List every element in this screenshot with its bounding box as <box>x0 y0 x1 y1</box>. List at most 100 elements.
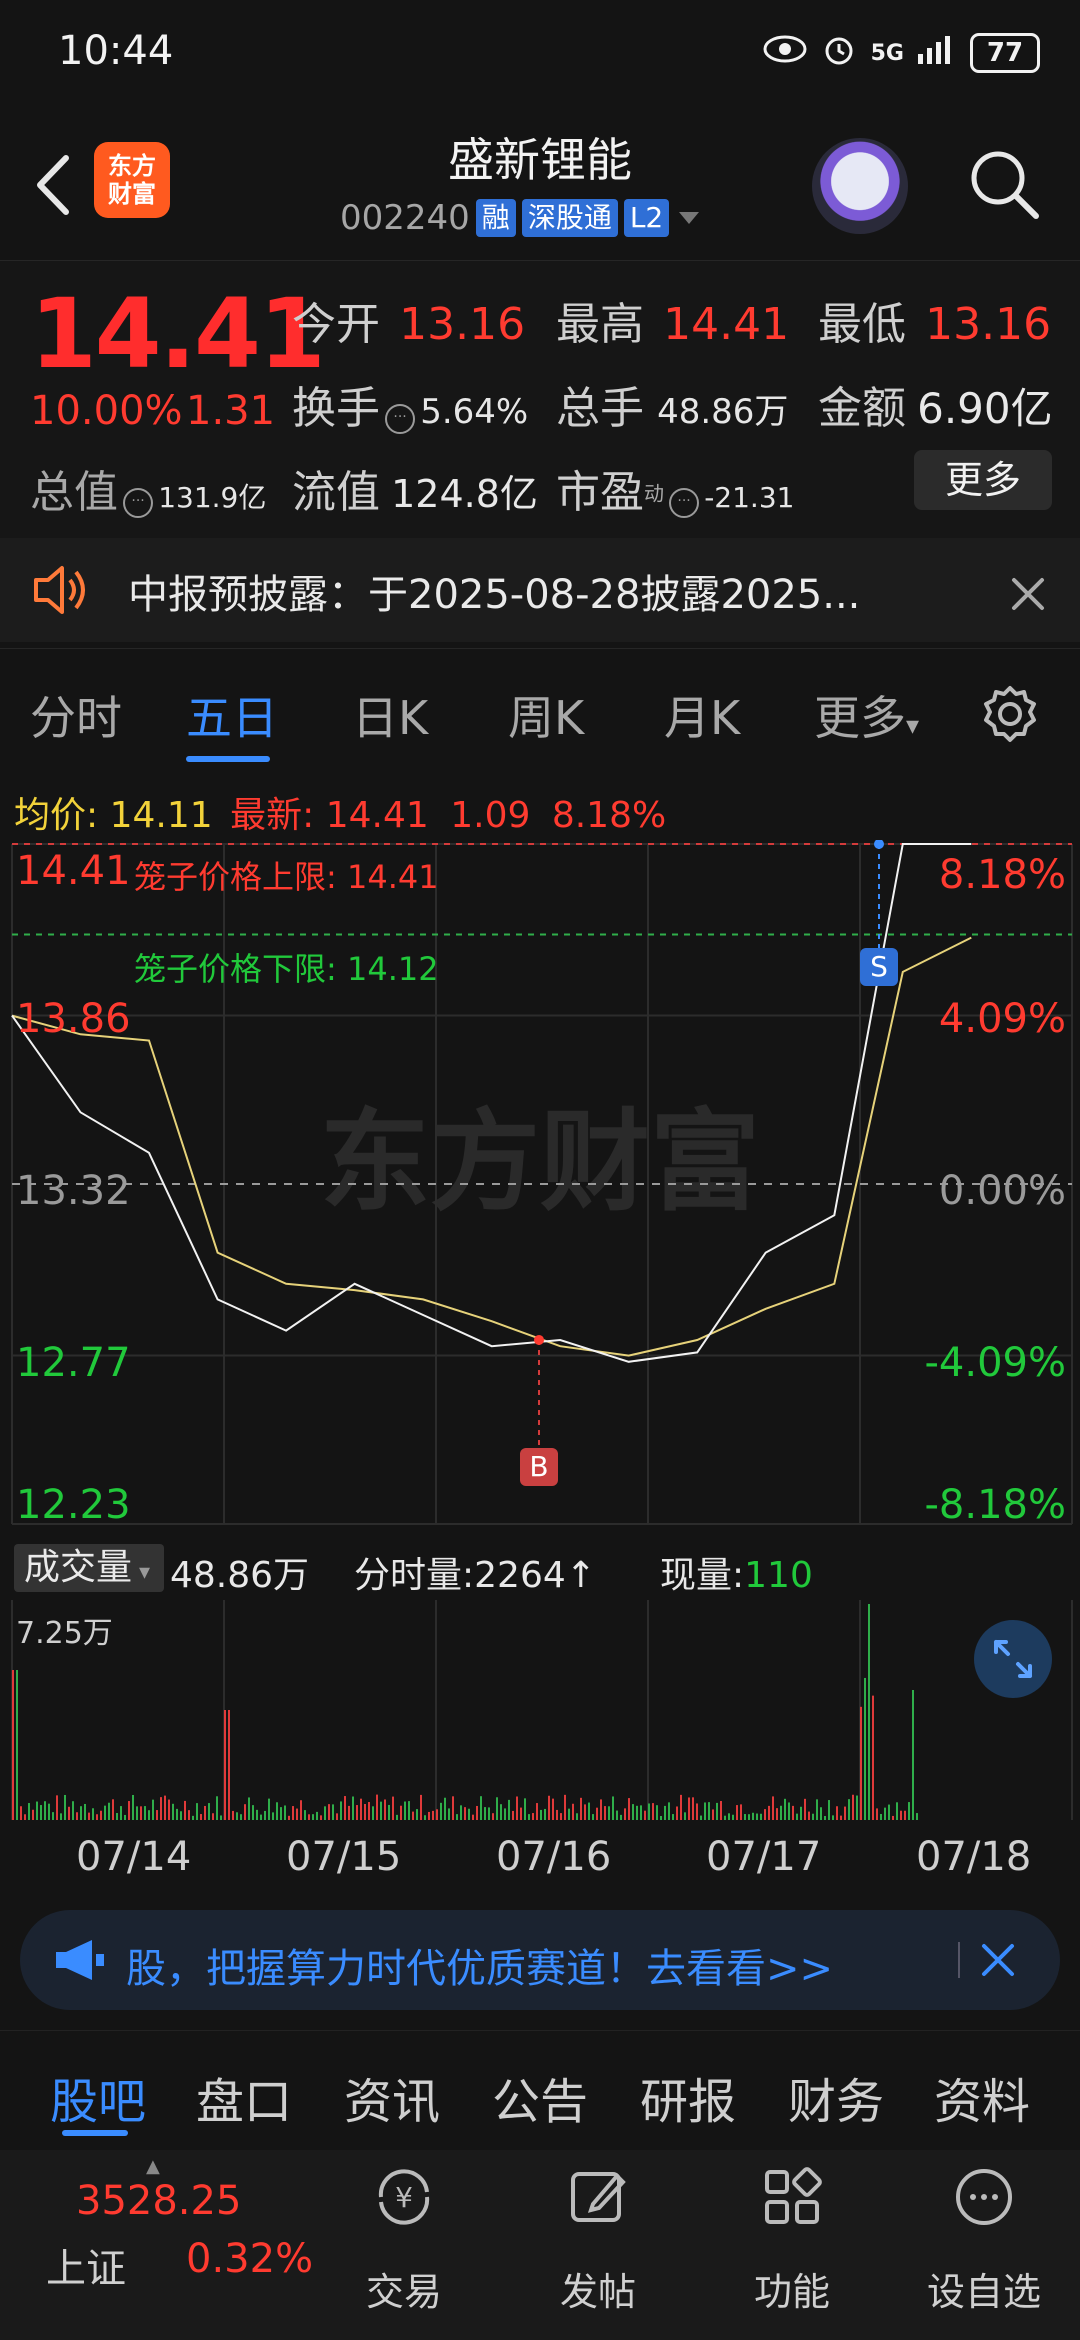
volume-bar <box>488 1807 490 1820</box>
volume-bar <box>516 1796 518 1820</box>
speaker-icon <box>32 564 90 616</box>
tab-orderbook[interactable]: 盘口 <box>196 2062 292 2132</box>
volume-max-label: 7.25万 <box>16 1616 113 1651</box>
info-icon: ··· <box>669 487 700 518</box>
index-change: 0.32% <box>186 2236 314 2282</box>
y-tick-left-3: 12.77 <box>16 1340 131 1386</box>
upper-limit-text: 笼子价格上限: <box>134 858 337 896</box>
tab-announcements[interactable]: 公告 <box>492 2062 588 2132</box>
volume-bar <box>492 1813 494 1820</box>
pe-field[interactable]: 市盈动 ··· -21.31 <box>556 456 794 520</box>
tab-weekly-k[interactable]: 周K <box>508 682 584 748</box>
volume-bar <box>476 1805 478 1820</box>
volume-bar <box>636 1805 638 1820</box>
info-tab-indicator <box>62 2130 128 2136</box>
change-percent: 10.00% <box>30 388 183 434</box>
volume-bar <box>428 1811 430 1820</box>
nav-post[interactable]: 发帖 <box>518 2152 678 2332</box>
volume-bar <box>556 1809 558 1820</box>
turnover-value: 5.64% <box>420 392 529 432</box>
volume-bar <box>836 1806 838 1820</box>
open-value: 13.16 <box>399 299 526 350</box>
volume-bar <box>384 1799 386 1820</box>
tab-forum[interactable]: 股吧 <box>50 2062 146 2132</box>
volume-bar <box>688 1797 690 1820</box>
expand-chart-button[interactable] <box>974 1620 1052 1698</box>
robot-avatar[interactable] <box>812 138 908 234</box>
gear-icon <box>984 686 1036 742</box>
stock-subtitle[interactable]: 002240 融 深股通 L2 <box>340 196 703 240</box>
volume-bar <box>480 1796 482 1820</box>
volume-bar <box>684 1812 686 1820</box>
low-label: 最低 <box>818 299 906 350</box>
high-value: 14.41 <box>663 299 790 350</box>
volume-bar <box>276 1802 278 1820</box>
volume-bar <box>56 1795 58 1820</box>
tab-five-day[interactable]: 五日 <box>186 682 278 748</box>
volume-bar <box>116 1813 118 1820</box>
nav-add-watchlist[interactable]: 设自选 <box>904 2152 1064 2332</box>
volume-bar <box>712 1809 714 1820</box>
tab-more[interactable]: 更多▾ <box>814 682 919 748</box>
more-button[interactable]: 更多 <box>914 450 1052 510</box>
volume-bar <box>128 1801 130 1820</box>
buy-marker[interactable]: B <box>520 1448 558 1486</box>
volume-bar <box>96 1814 98 1820</box>
volume-bar <box>896 1802 898 1820</box>
volume-bar <box>144 1806 146 1820</box>
nav-functions[interactable]: 功能 <box>712 2152 872 2332</box>
volume-chart[interactable] <box>0 1600 1080 1822</box>
volume-bar <box>136 1806 138 1820</box>
volume-bar <box>76 1812 78 1820</box>
volume-bar <box>160 1797 162 1820</box>
sell-marker[interactable]: S <box>860 948 898 986</box>
volume-selector[interactable]: 成交量 ▾ <box>14 1544 164 1592</box>
volume-bar <box>680 1794 682 1820</box>
volume-bar <box>312 1814 314 1820</box>
caret-down-icon <box>679 212 700 224</box>
open-field: 今开 13.16 <box>292 288 525 352</box>
promo-close-button[interactable] <box>976 1938 1020 1982</box>
y-tick-left-2: 13.32 <box>16 1168 131 1214</box>
volume-bar <box>392 1796 394 1820</box>
market-cap-field[interactable]: 总值 ··· 131.9亿 <box>30 456 266 520</box>
nav-trade[interactable]: ¥ 交易 <box>324 2152 484 2332</box>
amount-value: 6.90亿 <box>917 384 1053 433</box>
volume-bar <box>564 1794 566 1820</box>
volume-bar <box>828 1800 830 1820</box>
volume-bar <box>848 1799 850 1820</box>
volume-bar <box>756 1813 758 1820</box>
notice-close-button[interactable] <box>1006 572 1050 616</box>
volume-bar <box>576 1813 578 1820</box>
tab-research[interactable]: 研报 <box>640 2062 736 2132</box>
tab-intraday[interactable]: 分时 <box>30 682 122 748</box>
volume-bar <box>108 1802 110 1820</box>
volume-bar <box>752 1812 754 1820</box>
volume-bar <box>764 1809 766 1820</box>
volume-bar <box>520 1807 522 1820</box>
current-volume-value: 110 <box>744 1555 813 1596</box>
volume-bar <box>284 1805 286 1820</box>
tab-monthly-k[interactable]: 月K <box>664 682 740 748</box>
volume-bar <box>544 1808 546 1820</box>
volume-bar <box>172 1803 174 1820</box>
volume-bar <box>668 1802 670 1820</box>
volume-bar <box>264 1810 266 1820</box>
close-icon <box>1012 578 1044 610</box>
chart-settings-button[interactable] <box>980 684 1040 744</box>
volume-bar <box>592 1814 594 1820</box>
volume-bar <box>720 1801 722 1820</box>
tab-profile[interactable]: 资料 <box>934 2062 1030 2132</box>
tab-news[interactable]: 资讯 <box>344 2062 440 2132</box>
tab-finance[interactable]: 财务 <box>788 2062 884 2132</box>
search-button[interactable] <box>966 146 1042 222</box>
volume-bar <box>84 1803 86 1820</box>
volume-bar <box>72 1801 74 1820</box>
volume-bar <box>260 1814 262 1820</box>
tab-daily-k[interactable]: 日K <box>352 682 428 748</box>
volume-bar <box>584 1804 586 1820</box>
volume-bar <box>776 1808 778 1820</box>
volume-bar <box>780 1805 782 1820</box>
turnover-field[interactable]: 换手 ··· 5.64% <box>292 372 528 436</box>
avg-label: 均价: <box>14 795 99 836</box>
